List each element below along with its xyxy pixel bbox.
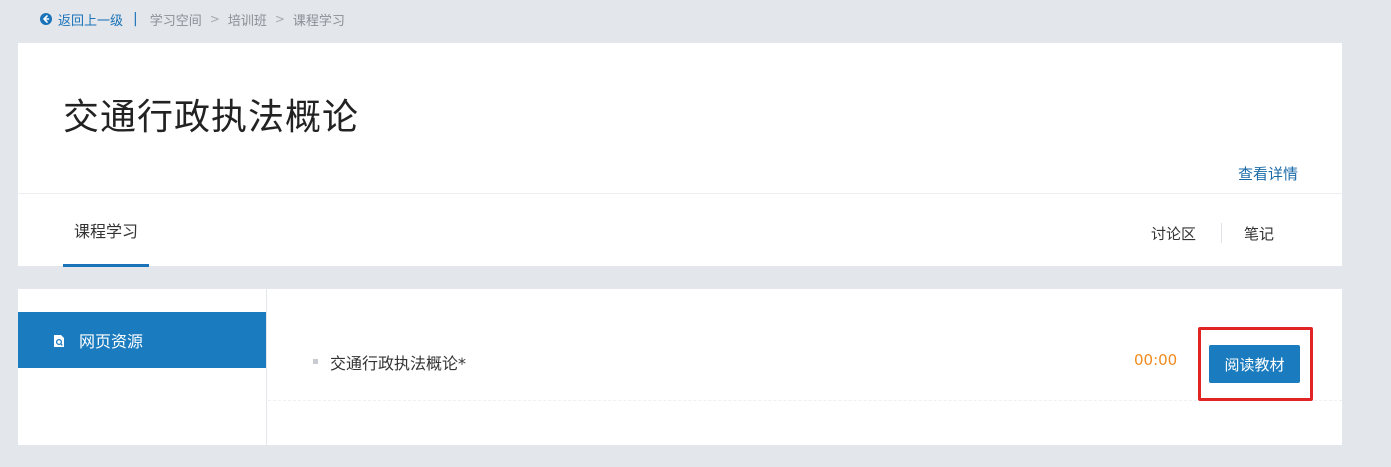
- breadcrumb-divider: |: [133, 11, 138, 27]
- bullet-icon: [313, 359, 318, 364]
- tab-course-study[interactable]: 课程学习: [63, 193, 149, 267]
- sidebar: 网页资源: [18, 289, 267, 445]
- view-details-link[interactable]: 查看详情: [1238, 163, 1298, 184]
- resource-title: 交通行政执法概论*: [330, 354, 467, 373]
- document-icon: [53, 333, 65, 347]
- breadcrumb-item-study-space[interactable]: 学习空间: [150, 10, 202, 29]
- breadcrumb-item-training-class[interactable]: 培训班: [228, 10, 267, 29]
- breadcrumb-arrow: >: [209, 12, 220, 26]
- read-material-button[interactable]: 阅读教材: [1209, 345, 1300, 383]
- sidebar-item-web-resources[interactable]: 网页资源: [18, 312, 266, 368]
- sidebar-item-label: 网页资源: [79, 332, 144, 351]
- tab-discussion[interactable]: 讨论区: [1151, 223, 1196, 244]
- back-link[interactable]: 返回上一级: [40, 10, 123, 29]
- content-card: 网页资源 交通行政执法概论* 00:00 阅读教材: [17, 288, 1343, 446]
- course-header-card: 交通行政执法概论 查看详情 课程学习 讨论区 笔记: [17, 42, 1343, 267]
- breadcrumb-item-course-study: 课程学习: [292, 13, 345, 29]
- arrow-left-circle-icon: [40, 13, 52, 25]
- tab-divider: [1221, 223, 1222, 243]
- breadcrumb-arrow: >: [274, 12, 285, 26]
- course-title: 交通行政执法概论: [63, 97, 360, 138]
- resource-row: 交通行政执法概论* 00:00 阅读教材: [268, 324, 1342, 401]
- resource-time: 00:00: [1134, 351, 1178, 369]
- active-tab-indicator: [63, 264, 149, 267]
- tab-notes[interactable]: 笔记: [1244, 223, 1274, 244]
- breadcrumb: 返回上一级 | 学习空间 > 培训班 > 课程学习: [40, 9, 345, 29]
- header-divider: [18, 193, 1342, 194]
- back-label: 返回上一级: [58, 13, 124, 29]
